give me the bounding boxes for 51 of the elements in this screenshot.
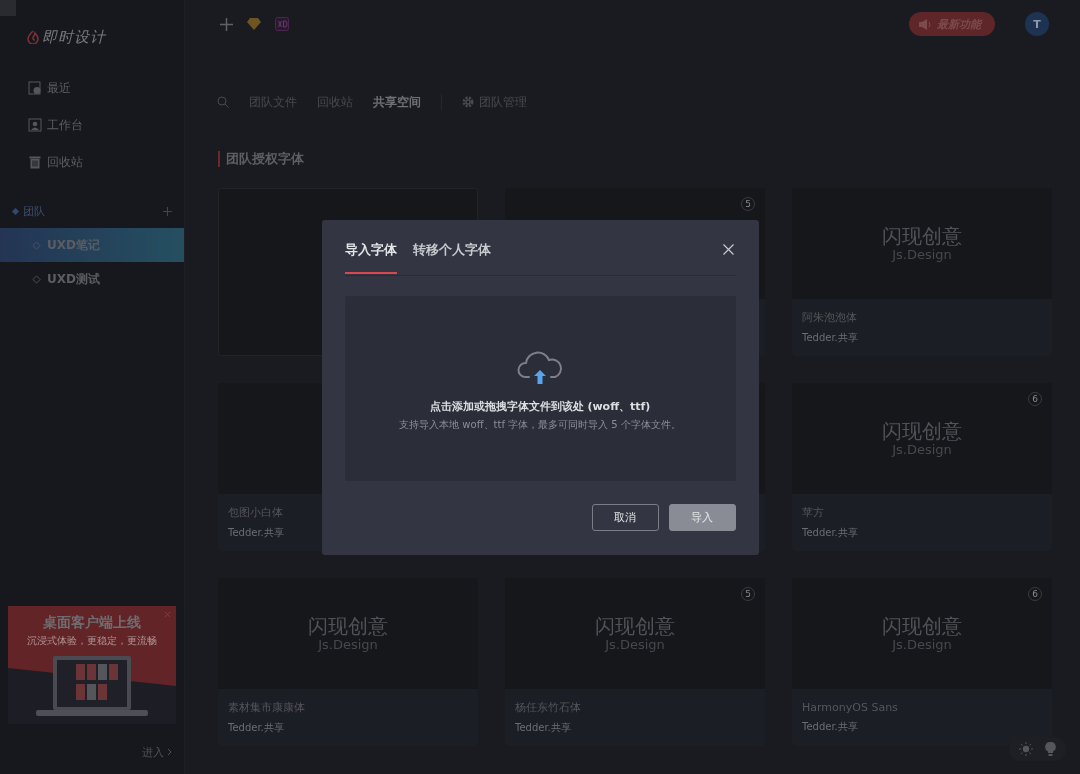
font-owner: Tedder.共享 [515, 721, 572, 735]
trash-icon [28, 155, 42, 169]
font-owner: Tedder.共享 [802, 720, 859, 734]
diamond-icon [32, 274, 41, 284]
font-preview-text: 闪现创意 [882, 420, 962, 442]
team-item[interactable]: UXD测试 [0, 262, 184, 296]
gear-icon [462, 96, 474, 108]
promo-title: 桌面客户端上线 [43, 614, 141, 632]
font-owner: Tedder.共享 [802, 331, 859, 345]
font-owner: Tedder.共享 [228, 721, 285, 735]
add-icon[interactable] [163, 206, 172, 216]
font-preview-text: 闪现创意 [882, 615, 962, 637]
nav-tab[interactable]: 共享空间 [373, 93, 421, 111]
dialog-tab[interactable]: 导入字体 [344, 241, 397, 274]
cloud-upload-icon [517, 350, 563, 385]
close-icon[interactable] [164, 611, 171, 618]
logo-text: 即时设计 [42, 27, 106, 47]
close-button[interactable] [720, 241, 736, 257]
drop-hint: 支持导入本地 woff、ttf 字体，最多可同时导入 5 个字体文件。 [399, 417, 681, 432]
logo-icon [27, 30, 39, 44]
font-preview-text: 闪现创意 [595, 615, 675, 637]
user-icon [28, 118, 42, 132]
font-owner: Tedder.共享 [802, 526, 859, 540]
font-preview-text: 闪现创意 [308, 615, 388, 637]
font-name: HarmonyOS Sans [802, 701, 899, 714]
diamond-icon [12, 207, 19, 215]
promo-subtitle: 沉浸式体验，更稳定，更流畅 [27, 635, 157, 648]
drop-instruction: 点击添加或拖拽字体文件到该处 (woff、ttf) [429, 398, 651, 414]
team-header: 团队 [23, 203, 45, 219]
font-owner: Tedder.共享 [228, 526, 285, 540]
lightbulb-icon[interactable] [1045, 742, 1056, 756]
font-preview-text: 闪现创意 [882, 225, 962, 247]
drop-zone[interactable]: 点击添加或拖拽字体文件到该处 (woff、ttf) 支持导入本地 woff、ttf 字体，最多可同时导入 5 个字体文件。 [344, 295, 736, 481]
megaphone-icon [919, 18, 932, 30]
gem-icon[interactable] [247, 18, 261, 30]
xd-icon[interactable] [275, 17, 289, 31]
dialog-tab[interactable]: 转移个人字体 [412, 241, 491, 274]
cancel-button[interactable]: 取消 [591, 503, 659, 531]
chevron-right-icon [167, 748, 172, 756]
add-icon[interactable] [220, 17, 233, 31]
promo-banner[interactable]: 桌面客户端上线 沉浸式体验，更稳定，更流畅 [8, 606, 176, 724]
diamond-icon [32, 240, 41, 250]
user-avatar[interactable]: T [1025, 12, 1049, 36]
import-button[interactable]: 导入 [668, 503, 736, 531]
section-title: 团队授权字体 [226, 149, 304, 168]
nav-item[interactable]: 回收站 [28, 152, 184, 172]
nav-item[interactable]: 最近 [28, 78, 184, 98]
sun-icon[interactable] [1019, 742, 1033, 756]
search-icon[interactable] [217, 96, 229, 108]
nav-item[interactable]: 工作台 [28, 115, 184, 135]
clock-icon [28, 81, 42, 95]
